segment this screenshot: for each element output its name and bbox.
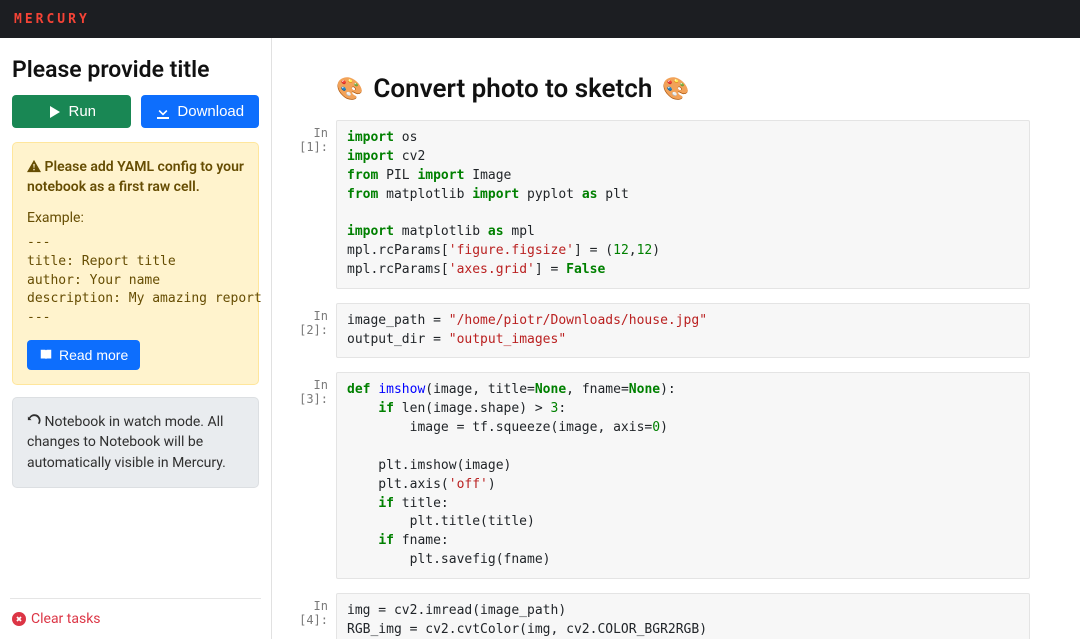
yaml-warning: Please add YAML config to your notebook … <box>12 142 259 385</box>
palette-icon: 🎨 <box>336 77 363 102</box>
watch-mode-notice: Notebook in watch mode. All changes to N… <box>12 397 259 488</box>
notebook-title-text: Convert photo to sketch <box>373 74 652 104</box>
cell-prompt: In [3]: <box>282 372 336 578</box>
code-block[interactable]: def imshow(image, title=None, fname=None… <box>336 372 1030 578</box>
play-icon <box>46 104 62 120</box>
code-block[interactable]: image_path = "/home/piotr/Downloads/hous… <box>336 303 1030 359</box>
code-block[interactable]: import os import cv2 from PIL import Ima… <box>336 120 1030 289</box>
main-content: 🎨 Convert photo to sketch 🎨 In [1]: impo… <box>272 38 1080 639</box>
warning-icon <box>27 159 41 173</box>
spacer <box>12 500 259 588</box>
download-button-label: Download <box>177 103 244 120</box>
clear-tasks-label: Clear tasks <box>31 611 101 627</box>
read-more-label: Read more <box>59 347 128 363</box>
cell-prompt: In [1]: <box>282 120 336 289</box>
refresh-icon <box>27 414 41 428</box>
sidebar: Please provide title Run Download Please… <box>0 38 272 639</box>
code-block[interactable]: img = cv2.imread(image_path) RGB_img = c… <box>336 593 1030 639</box>
run-button[interactable]: Run <box>12 95 131 128</box>
read-more-button[interactable]: Read more <box>27 340 140 370</box>
download-button[interactable]: Download <box>141 95 260 128</box>
code-cell: In [3]: def imshow(image, title=None, fn… <box>282 372 1030 578</box>
x-circle-icon <box>12 612 26 626</box>
yaml-example: --- title: Report title author: Your nam… <box>27 234 244 328</box>
watch-mode-text: Notebook in watch mode. All changes to N… <box>27 414 226 471</box>
download-icon <box>155 104 171 120</box>
book-icon <box>39 348 53 362</box>
code-cell: In [2]: image_path = "/home/piotr/Downlo… <box>282 303 1030 359</box>
notebook-title: 🎨 Convert photo to sketch 🎨 <box>336 74 1030 104</box>
code-cell: In [1]: import os import cv2 from PIL im… <box>282 120 1030 289</box>
action-buttons: Run Download <box>12 95 259 128</box>
divider <box>10 598 261 599</box>
cell-prompt: In [4]: <box>282 593 336 639</box>
example-label: Example: <box>27 208 244 228</box>
layout: Please provide title Run Download Please… <box>0 38 1080 639</box>
clear-tasks-link[interactable]: Clear tasks <box>12 611 259 627</box>
cell-prompt: In [2]: <box>282 303 336 359</box>
yaml-warning-text: Please add YAML config to your notebook … <box>27 159 244 195</box>
code-cell: In [4]: img = cv2.imread(image_path) RGB… <box>282 593 1030 639</box>
run-button-label: Run <box>68 103 96 120</box>
page-title: Please provide title <box>12 56 259 83</box>
notebook: 🎨 Convert photo to sketch 🎨 In [1]: impo… <box>272 38 1080 639</box>
brand-logo[interactable]: MERCURY <box>14 12 90 27</box>
palette-icon: 🎨 <box>662 77 689 102</box>
topbar: MERCURY <box>0 0 1080 38</box>
